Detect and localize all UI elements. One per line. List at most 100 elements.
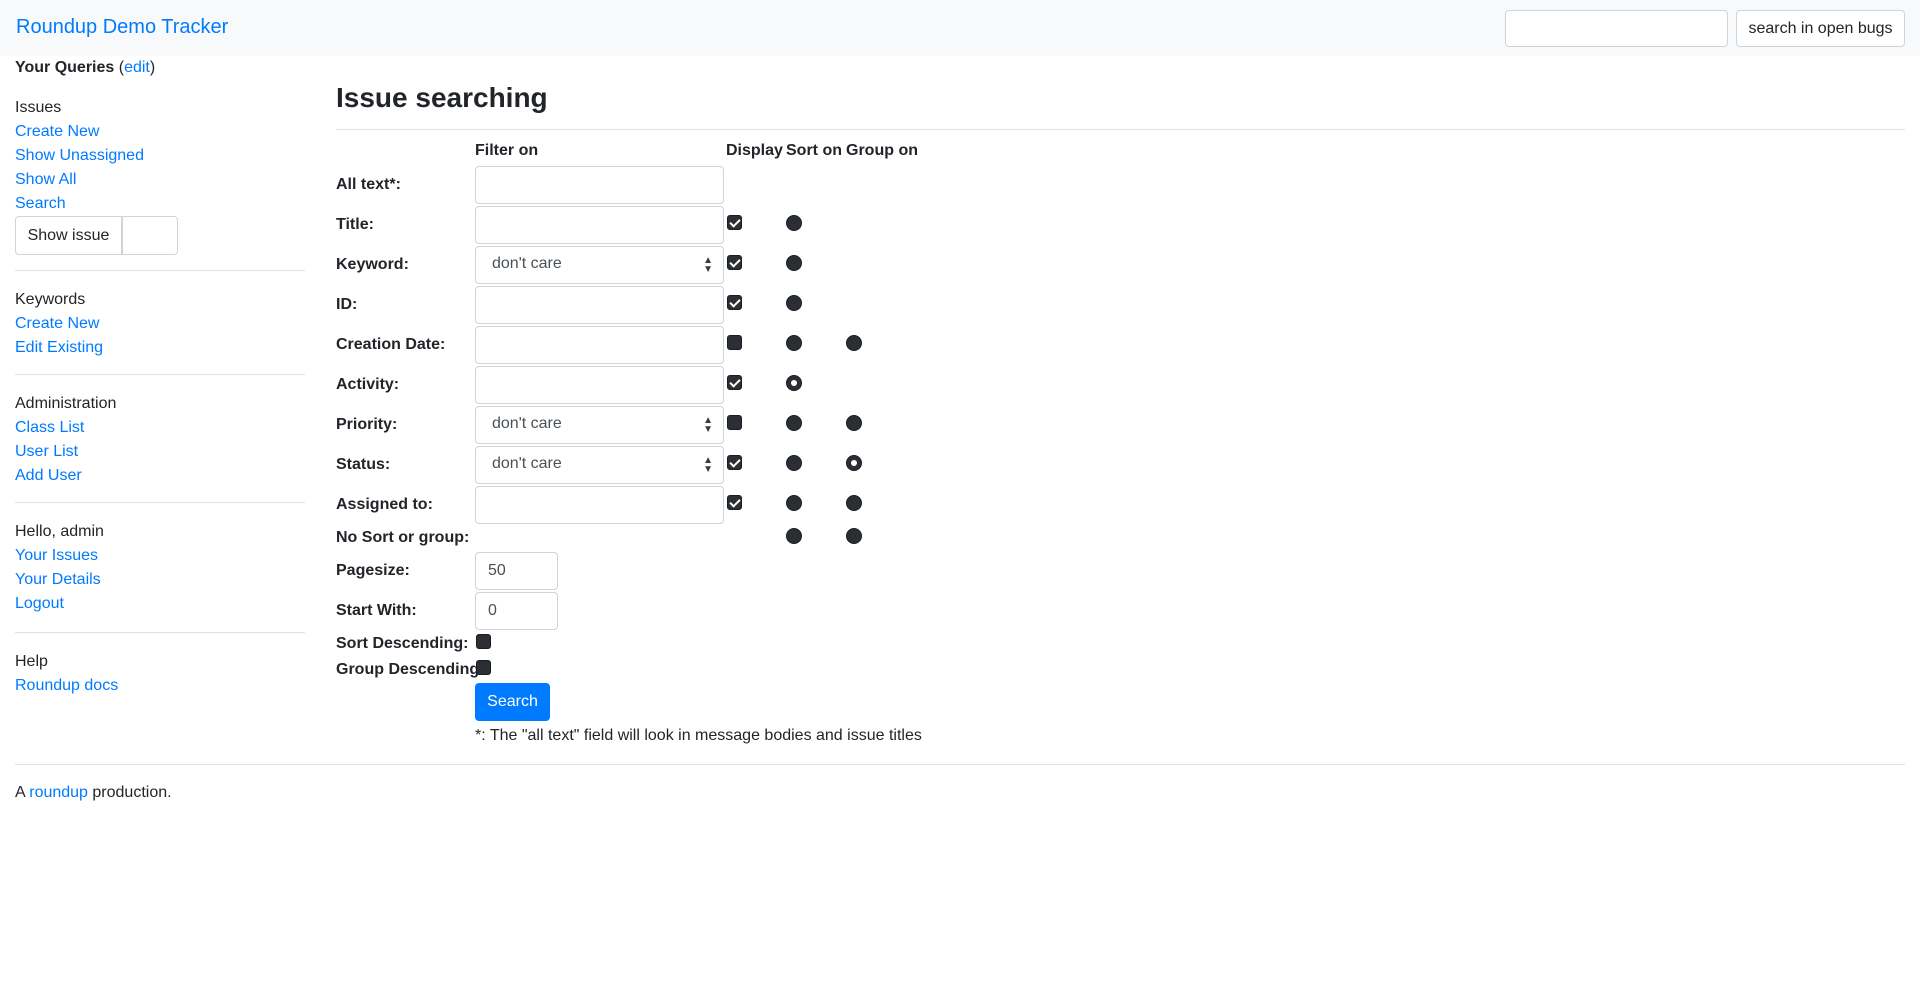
show-all-link[interactable]: Show All — [15, 168, 76, 192]
display-header: Display — [726, 142, 783, 159]
close-paren: ) — [149, 59, 156, 76]
user-list-link[interactable]: User List — [15, 440, 78, 464]
divider — [15, 374, 305, 375]
footer-prefix: A — [15, 784, 30, 801]
your-queries-heading: Your Queries — [15, 59, 115, 76]
roundup-docs-link[interactable]: Roundup docs — [15, 674, 118, 698]
logout-link[interactable]: Logout — [15, 592, 64, 616]
priority-select[interactable]: don't care ▲ ▼ — [475, 406, 724, 444]
sort-on-header: Sort on — [786, 142, 842, 159]
activity-label: Activity: — [336, 376, 400, 393]
activity-input[interactable] — [475, 366, 724, 404]
group-descending-checkbox[interactable] — [476, 660, 491, 675]
divider — [15, 270, 305, 271]
priority-sort-radio[interactable] — [786, 415, 802, 431]
filter-on-header: Filter on — [475, 142, 539, 159]
keywords-heading: Keywords — [15, 291, 86, 308]
your-issues-link[interactable]: Your Issues — [15, 544, 98, 568]
roundup-link[interactable]: roundup — [29, 784, 88, 801]
edit-queries-link[interactable]: edit — [124, 59, 150, 76]
keyword-select-value: don't care — [492, 255, 562, 272]
all-text-label: All text*: — [336, 176, 401, 193]
issues-heading: Issues — [15, 99, 62, 116]
add-user-link[interactable]: Add User — [15, 464, 82, 488]
no-sort-label: No Sort or group: — [336, 529, 470, 546]
search-input[interactable] — [1505, 10, 1728, 47]
navbar: Roundup Demo Tracker search in open bugs — [0, 0, 1920, 56]
brand-link[interactable]: Roundup Demo Tracker — [16, 16, 228, 39]
footer-divider — [15, 764, 1905, 765]
assigned-to-label: Assigned to: — [336, 496, 433, 513]
show-issue-button[interactable]: Show issue — [15, 216, 122, 255]
title-divider — [336, 129, 1905, 130]
no-group-radio[interactable] — [846, 528, 862, 544]
sort-descending-label: Sort Descending: — [336, 635, 469, 652]
pagesize-label: Pagesize: — [336, 562, 410, 579]
creation-group-radio[interactable] — [846, 335, 862, 351]
page-title: Issue searching — [336, 82, 548, 113]
issue-id-input[interactable] — [122, 216, 178, 255]
status-display-checkbox[interactable] — [727, 455, 742, 470]
open-paren: ( — [114, 59, 125, 76]
id-label: ID: — [336, 296, 358, 313]
help-heading: Help — [15, 653, 48, 670]
footer: A roundup production. — [15, 784, 172, 802]
assigned-display-checkbox[interactable] — [727, 495, 742, 510]
divider — [15, 502, 305, 503]
creation-date-label: Creation Date: — [336, 336, 446, 353]
priority-label: Priority: — [336, 416, 398, 433]
keyword-create-new-link[interactable]: Create New — [15, 312, 99, 336]
creation-date-input[interactable] — [475, 326, 724, 364]
your-queries-line: Your Queries (edit) — [15, 56, 155, 80]
search-button[interactable]: Search — [475, 683, 550, 721]
priority-group-radio[interactable] — [846, 415, 862, 431]
search-open-bugs-button[interactable]: search in open bugs — [1736, 10, 1905, 47]
assigned-group-radio[interactable] — [846, 495, 862, 511]
no-sort-radio[interactable] — [786, 528, 802, 544]
status-label: Status: — [336, 456, 391, 473]
edit-existing-link[interactable]: Edit Existing — [15, 336, 103, 360]
class-list-link[interactable]: Class List — [15, 416, 84, 440]
status-sort-radio[interactable] — [786, 455, 802, 471]
footer-suffix: production. — [87, 784, 172, 801]
status-group-radio[interactable] — [846, 455, 862, 471]
keyword-sort-radio[interactable] — [786, 255, 802, 271]
creation-display-checkbox[interactable] — [727, 335, 742, 350]
assigned-sort-radio[interactable] — [786, 495, 802, 511]
priority-select-value: don't care — [492, 415, 562, 432]
priority-display-checkbox[interactable] — [727, 415, 742, 430]
activity-sort-radio[interactable] — [786, 375, 802, 391]
id-sort-radio[interactable] — [786, 295, 802, 311]
start-with-label: Start With: — [336, 602, 417, 619]
sort-descending-checkbox[interactable] — [476, 634, 491, 649]
select-caret-icon: ▲ ▼ — [703, 455, 713, 475]
greeting: Hello, admin — [15, 523, 104, 540]
start-with-input[interactable] — [475, 592, 558, 630]
all-text-footnote: *: The "all text" field will look in mes… — [475, 727, 922, 744]
status-select-value: don't care — [492, 455, 562, 472]
id-display-checkbox[interactable] — [727, 295, 742, 310]
title-sort-radio[interactable] — [786, 215, 802, 231]
keyword-label: Keyword: — [336, 256, 409, 273]
pagesize-input[interactable] — [475, 552, 558, 590]
all-text-input[interactable] — [475, 166, 724, 204]
title-label: Title: — [336, 216, 374, 233]
keyword-select[interactable]: don't care ▲ ▼ — [475, 246, 724, 284]
group-descending-label: Group Descending: — [336, 661, 485, 678]
administration-heading: Administration — [15, 395, 117, 412]
issue-create-new-link[interactable]: Create New — [15, 120, 99, 144]
divider — [15, 632, 305, 633]
title-display-checkbox[interactable] — [727, 215, 742, 230]
assigned-to-input[interactable] — [475, 486, 724, 524]
id-input[interactable] — [475, 286, 724, 324]
your-details-link[interactable]: Your Details — [15, 568, 101, 592]
search-link[interactable]: Search — [15, 192, 66, 216]
creation-sort-radio[interactable] — [786, 335, 802, 351]
title-input[interactable] — [475, 206, 724, 244]
status-select[interactable]: don't care ▲ ▼ — [475, 446, 724, 484]
select-caret-icon: ▲ ▼ — [703, 415, 713, 435]
activity-display-checkbox[interactable] — [727, 375, 742, 390]
keyword-display-checkbox[interactable] — [727, 255, 742, 270]
group-on-header: Group on — [846, 142, 918, 159]
show-unassigned-link[interactable]: Show Unassigned — [15, 144, 144, 168]
